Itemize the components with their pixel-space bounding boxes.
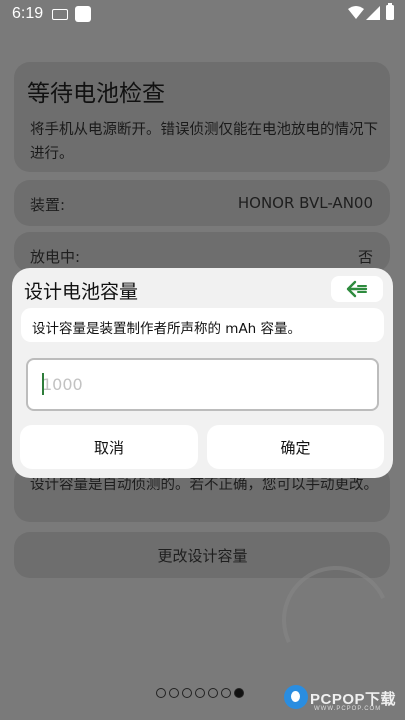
page-dot[interactable]: [156, 688, 166, 698]
watermark-subtext: WWW.PCPOP.COM: [314, 706, 382, 712]
page-dot[interactable]: [221, 688, 231, 698]
page-indicator: [156, 688, 244, 698]
design-capacity-dialog: 设计电池容量 设计容量是装置制作者所声称的 mAh 容量。 取消 确定: [12, 268, 393, 478]
dialog-message: 设计容量是装置制作者所声称的 mAh 容量。: [32, 321, 302, 337]
battery-icon: [386, 3, 394, 20]
page-dot[interactable]: [182, 688, 192, 698]
dialog-message-box: 设计容量是装置制作者所声称的 mAh 容量。: [21, 308, 384, 342]
discharging-label: 放电中:: [30, 248, 81, 266]
back-button[interactable]: [331, 276, 383, 302]
wifi-icon: [348, 6, 364, 19]
device-value: HONOR BVL-AN00: [237, 194, 373, 212]
capacity-input-box[interactable]: [26, 358, 379, 411]
text-caret: [42, 373, 44, 395]
watermark-icon: [284, 685, 308, 709]
arrow-left-icon: [346, 280, 368, 298]
dialog-title: 设计电池容量: [24, 281, 139, 303]
capacity-input[interactable]: [28, 360, 377, 409]
watermark-logo: PCPOP下载 WWW.PCPOP.COM: [284, 682, 404, 716]
page-title: 等待电池检查: [27, 81, 165, 107]
page-dot[interactable]: [208, 688, 218, 698]
ok-button[interactable]: 确定: [207, 425, 384, 469]
keyboard-icon: [52, 9, 68, 20]
notification-icon: [75, 6, 91, 22]
signal-icon: [366, 6, 380, 20]
page-dot[interactable]: [195, 688, 205, 698]
change-capacity-label: 更改设计容量: [157, 547, 248, 565]
device-label: 装置:: [30, 196, 66, 214]
status-time: 6:19: [12, 5, 44, 22]
hint-text: 将手机从电源断开。错误侦测仅能在电池放电的情况下进行。: [30, 122, 378, 162]
status-bar: 6:19: [0, 0, 405, 28]
discharging-value: 否: [357, 248, 373, 266]
cancel-button[interactable]: 取消: [20, 425, 198, 469]
page-dot[interactable]: [169, 688, 179, 698]
page-dot-active[interactable]: [234, 688, 244, 698]
